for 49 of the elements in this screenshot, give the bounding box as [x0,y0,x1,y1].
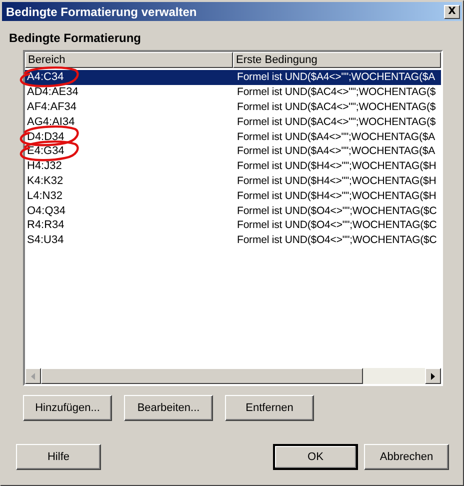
list-row[interactable]: O4:Q34 Formel ist UND($O4<>"";WOCHENTAG($C [25,203,441,218]
right-arrow-icon[interactable] [431,372,435,380]
condition-cell-text: Formel ist UND($AC4<>"";WOCHENTAG($ [236,116,437,128]
action-button[interactable]: Entfernen [225,395,314,421]
window-title: Bedingte Formatierung verwalten [6,4,197,18]
condition-cell-text: Formel ist UND($A4<>"";WOCHENTAG($A [236,71,436,84]
range-cell-text: R4:R34 [26,219,66,232]
list-row[interactable]: S4:U34 Formel ist UND($O4<>"";WOCHENTAG($C [25,232,441,248]
list-row[interactable]: AG4:AI34 Formel ist UND($AC4<>"";WOCHENTAG($ [25,114,441,130]
condition-cell-text: Formel ist UND($AC4<>"";WOCHENTAG($ [236,100,437,113]
range-cell-text: L4:N32 [26,190,64,202]
condition-cell-text: Formel ist UND($H4<>"";WOCHENTAG($H [236,190,438,202]
column-header[interactable]: Erste Bedingung [233,52,441,68]
condition-cell-text: Formel ist UND($A4<>"";WOCHENTAG($A [236,130,436,143]
list-row[interactable]: E4:G34 Formel ist UND($A4<>"";WOCHENTAG($A [25,144,441,159]
range-cell-text: O4:Q34 [26,204,67,217]
list-row[interactable]: K4:K32 Formel ist UND($H4<>"";WOCHENTAG($H [25,174,441,188]
close-button[interactable]: X [444,4,460,18]
range-cell-text: K4:K32 [26,174,64,187]
range-cell-text: AD4:AE34 [26,86,80,98]
condition-cell-text: Formel ist UND($A4<>"";WOCHENTAG($A [236,145,436,158]
list-row[interactable]: AD4:AE34 Formel ist UND($AC4<>"";WOCHENTAG($ [25,84,441,100]
scrollbar-thumb[interactable] [41,368,363,384]
range-cell-text: D4:D34 [26,130,66,143]
dialog-button[interactable]: OK [273,444,358,470]
action-button[interactable]: Bearbeiten... [124,395,213,421]
list-row[interactable]: R4:R34 Formel ist UND($O4<>"";WOCHENTAG($C [25,218,441,233]
column-header[interactable]: Bereich [25,52,233,68]
horizontal-scrollbar[interactable] [25,368,441,384]
condition-cell-text: Formel ist UND($O4<>"";WOCHENTAG($C [236,219,438,232]
condition-cell-text: Formel ist UND($O4<>"";WOCHENTAG($C [236,204,438,217]
list-row[interactable]: L4:N32 Formel ist UND($H4<>"";WOCHENTAG($H [25,188,441,204]
dialog-button[interactable]: Abbrechen [364,444,449,470]
range-cell-text: AF4:AF34 [26,100,78,113]
condition-cell-text: Formel ist UND($O4<>"";WOCHENTAG($C [236,234,438,246]
range-cell-text: H4:J32 [26,160,63,172]
range-cell-text: E4:G34 [26,145,66,158]
list-row[interactable]: H4:J32 Formel ist UND($H4<>"";WOCHENTAG($H [25,158,441,174]
list-row[interactable]: AF4:AF34 Formel ist UND($AC4<>"";WOCHENTAG($ [25,100,441,114]
range-cell-text: A4:C34 [26,71,65,84]
action-button[interactable]: Hinzufügen... [23,395,112,421]
dialog-button[interactable]: Hilfe [16,444,101,470]
condition-cell-text: Formel ist UND($H4<>"";WOCHENTAG($H [236,160,438,172]
group-label: Bedingte Formatierung [9,31,142,45]
condition-cell-text: Formel ist UND($H4<>"";WOCHENTAG($H [236,174,438,187]
range-cell-text: S4:U34 [26,234,65,246]
list-row[interactable]: D4:D34 Formel ist UND($A4<>"";WOCHENTAG($A [25,129,441,144]
range-cell-text: AG4:AI34 [26,116,76,128]
condition-cell-text: Formel ist UND($AC4<>"";WOCHENTAG($ [236,86,437,98]
